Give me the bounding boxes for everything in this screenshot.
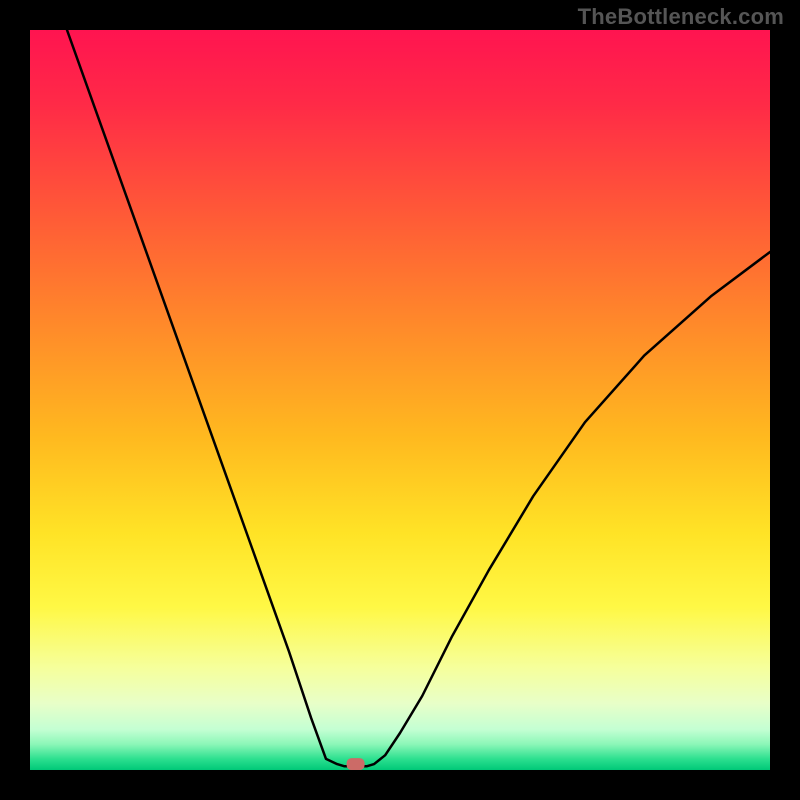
- watermark-text: TheBottleneck.com: [578, 4, 784, 30]
- chart-frame: TheBottleneck.com: [0, 0, 800, 800]
- plot-area: [30, 30, 770, 770]
- gradient-background: [30, 30, 770, 770]
- optimal-point-marker: [347, 758, 365, 770]
- bottleneck-chart: [30, 30, 770, 770]
